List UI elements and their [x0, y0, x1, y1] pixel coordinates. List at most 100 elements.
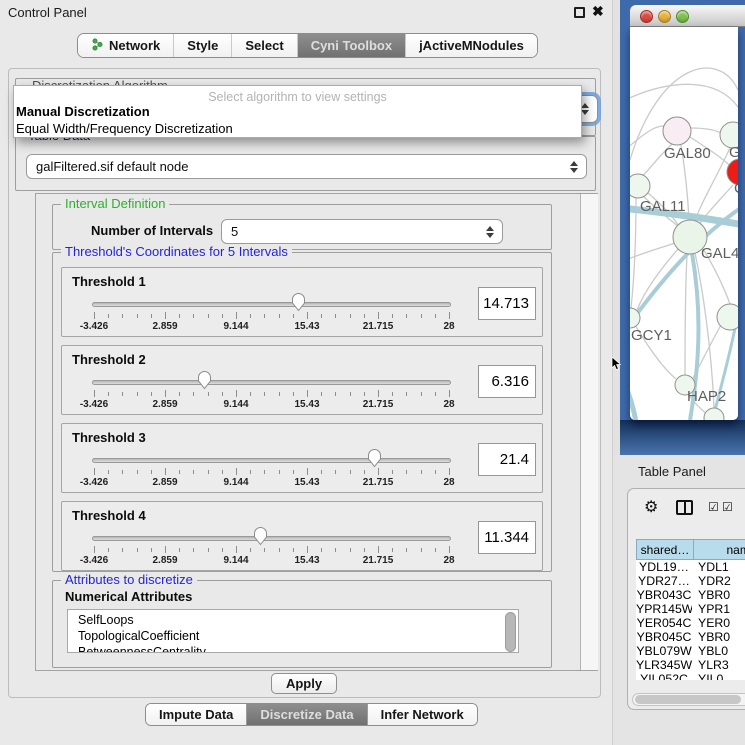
- tab-infer-network[interactable]: Infer Network: [368, 704, 477, 725]
- split-columns-icon[interactable]: [676, 500, 693, 515]
- network-node-gal80[interactable]: [663, 117, 691, 145]
- tab-select[interactable]: Select: [232, 34, 297, 57]
- dropdown-placeholder: Select algorithm to view settings: [14, 90, 581, 104]
- network-edge[interactable]: [631, 198, 636, 308]
- minimize-traffic-light-icon[interactable]: [658, 10, 671, 23]
- tab-cyni-toolbox[interactable]: Cyni Toolbox: [298, 34, 406, 57]
- network-edge[interactable]: [630, 243, 675, 260]
- slider-track[interactable]: [92, 380, 451, 385]
- checkbox-icon[interactable]: ☑: [722, 500, 733, 514]
- slider-tick: [122, 470, 123, 474]
- horizontal-scrollbar-track[interactable]: [632, 693, 745, 706]
- tick-label: 28: [443, 399, 454, 410]
- network-node[interactable]: [704, 408, 724, 420]
- threshold-label: Threshold 3: [72, 430, 146, 445]
- network-node-h[interactable]: [717, 304, 738, 330]
- threshold-value-field[interactable]: 11.344: [478, 521, 536, 554]
- network-canvas[interactable]: GAL80GACGAL11GAL4GCY1HHAP2: [630, 27, 738, 420]
- attribute-item-topologicalcoefficient[interactable]: TopologicalCoefficient: [68, 628, 518, 644]
- slider-tick: [350, 470, 351, 474]
- tab-style[interactable]: Style: [174, 34, 232, 57]
- numerical-attributes-list[interactable]: SelfLoopsTopologicalCoefficientBetweenne…: [67, 609, 519, 653]
- viewport-scrollbar-track[interactable]: [580, 194, 598, 670]
- horizontal-scrollbar-thumb[interactable]: [635, 695, 741, 704]
- slider-tick: [321, 548, 322, 552]
- network-edge[interactable]: [637, 249, 678, 310]
- tab-discretize-data[interactable]: Discretize Data: [247, 704, 367, 725]
- slider-tick: [193, 314, 194, 318]
- slider-tick: [435, 548, 436, 552]
- algorithm-option-manual-discretization[interactable]: Manual Discretization: [14, 104, 581, 121]
- slider-thumb[interactable]: [197, 370, 212, 390]
- panel-title: Control Panel: [8, 5, 87, 20]
- slider-tick: [364, 314, 365, 318]
- slider-tick: [193, 470, 194, 474]
- tab-network[interactable]: Network: [78, 34, 174, 57]
- table-row[interactable]: YBL079WYBL0: [636, 644, 745, 658]
- threshold-value-field[interactable]: 14.713: [478, 287, 536, 320]
- tab-impute-data[interactable]: Impute Data: [146, 704, 247, 725]
- table-row[interactable]: YER054CYER0: [636, 616, 745, 630]
- network-edge[interactable]: [630, 84, 738, 110]
- network-edge[interactable]: [691, 128, 721, 133]
- gear-icon[interactable]: ⚙: [644, 497, 658, 517]
- table-row[interactable]: YDL19…YDL1: [636, 560, 745, 574]
- slider-tick: [392, 548, 393, 552]
- tick-label: 2.859: [152, 321, 177, 332]
- network-edge[interactable]: [630, 126, 666, 150]
- slider-thumb[interactable]: [367, 448, 382, 468]
- table-row[interactable]: YBR043CYBR0: [636, 588, 745, 602]
- node-label: GAL80: [664, 145, 711, 162]
- slider-track[interactable]: [92, 536, 451, 541]
- table-row[interactable]: YDR27…YDR2: [636, 574, 745, 588]
- slider-tick: [222, 392, 223, 396]
- slider-thumb[interactable]: [253, 526, 268, 546]
- close-icon[interactable]: ✖: [592, 3, 604, 20]
- slider-tick: [137, 392, 138, 396]
- algorithm-option-equal-width-frequency-discretization[interactable]: Equal Width/Frequency Discretization: [14, 121, 581, 138]
- checkbox-icon[interactable]: ☑: [708, 500, 719, 514]
- table-data-combobox[interactable]: galFiltered.sif default node: [26, 154, 587, 179]
- table-row[interactable]: YBR045CYBR0: [636, 630, 745, 644]
- table-row[interactable]: YPR145WYPR1: [636, 602, 745, 616]
- tick-label: -3.426: [80, 399, 108, 410]
- network-window-titlebar[interactable]: [630, 5, 745, 27]
- slider-tick: [94, 312, 95, 319]
- network-edge-highlighted[interactable]: [630, 357, 636, 420]
- slider-track[interactable]: [92, 458, 451, 463]
- zoom-traffic-light-icon[interactable]: [676, 10, 689, 23]
- attribute-item-selfloops[interactable]: SelfLoops: [68, 612, 518, 628]
- node-label: H: [737, 323, 738, 340]
- network-graph[interactable]: GAL80GACGAL11GAL4GCY1HHAP2: [630, 27, 738, 420]
- network-node-gal11[interactable]: [630, 174, 650, 198]
- network-edge-highlighted[interactable]: [712, 323, 736, 420]
- slider-thumb[interactable]: [291, 292, 306, 312]
- slider-tick: [293, 392, 294, 396]
- table-row[interactable]: YLR345WYLR3: [636, 658, 745, 672]
- number-of-intervals-combobox[interactable]: 5: [221, 219, 503, 244]
- node-label: GAL11: [640, 198, 686, 215]
- column-header-name[interactable]: name: [694, 539, 745, 560]
- slider-track[interactable]: [92, 302, 451, 307]
- float-window-icon[interactable]: [574, 7, 585, 18]
- threshold-value-field[interactable]: 6.316: [478, 365, 536, 398]
- close-traffic-light-icon[interactable]: [640, 10, 653, 23]
- bottom-tab-bar: Impute DataDiscretize DataInfer Network: [145, 703, 478, 726]
- column-header-shared-[interactable]: shared…: [636, 539, 694, 560]
- table-panel: Table Panel ⚙ ☑ ☑ shared…name YDL19…YDL1…: [612, 455, 745, 745]
- desktop-gap: [612, 0, 620, 455]
- apply-button[interactable]: Apply: [271, 673, 337, 694]
- list-scrollbar-thumb[interactable]: [505, 612, 516, 652]
- cell-shared-name: YDR27…: [636, 574, 692, 588]
- network-view-window: GAL80GACGAL11GAL4GCY1HHAP2: [620, 0, 745, 455]
- slider-tick: [236, 546, 237, 553]
- cell-name: YBL0: [692, 644, 745, 658]
- attribute-item-betweennesscentrality[interactable]: BetweennessCentrality: [68, 644, 518, 653]
- node-label: C: [734, 180, 738, 197]
- table-row[interactable]: YIL052CYIL0: [636, 672, 745, 680]
- tab-jactivemnodules[interactable]: jActiveMNodules: [406, 34, 537, 57]
- slider-tick: [264, 548, 265, 552]
- slider-tick: [94, 468, 95, 475]
- threshold-value-field[interactable]: 21.4: [478, 443, 536, 476]
- network-edge[interactable]: [685, 254, 687, 375]
